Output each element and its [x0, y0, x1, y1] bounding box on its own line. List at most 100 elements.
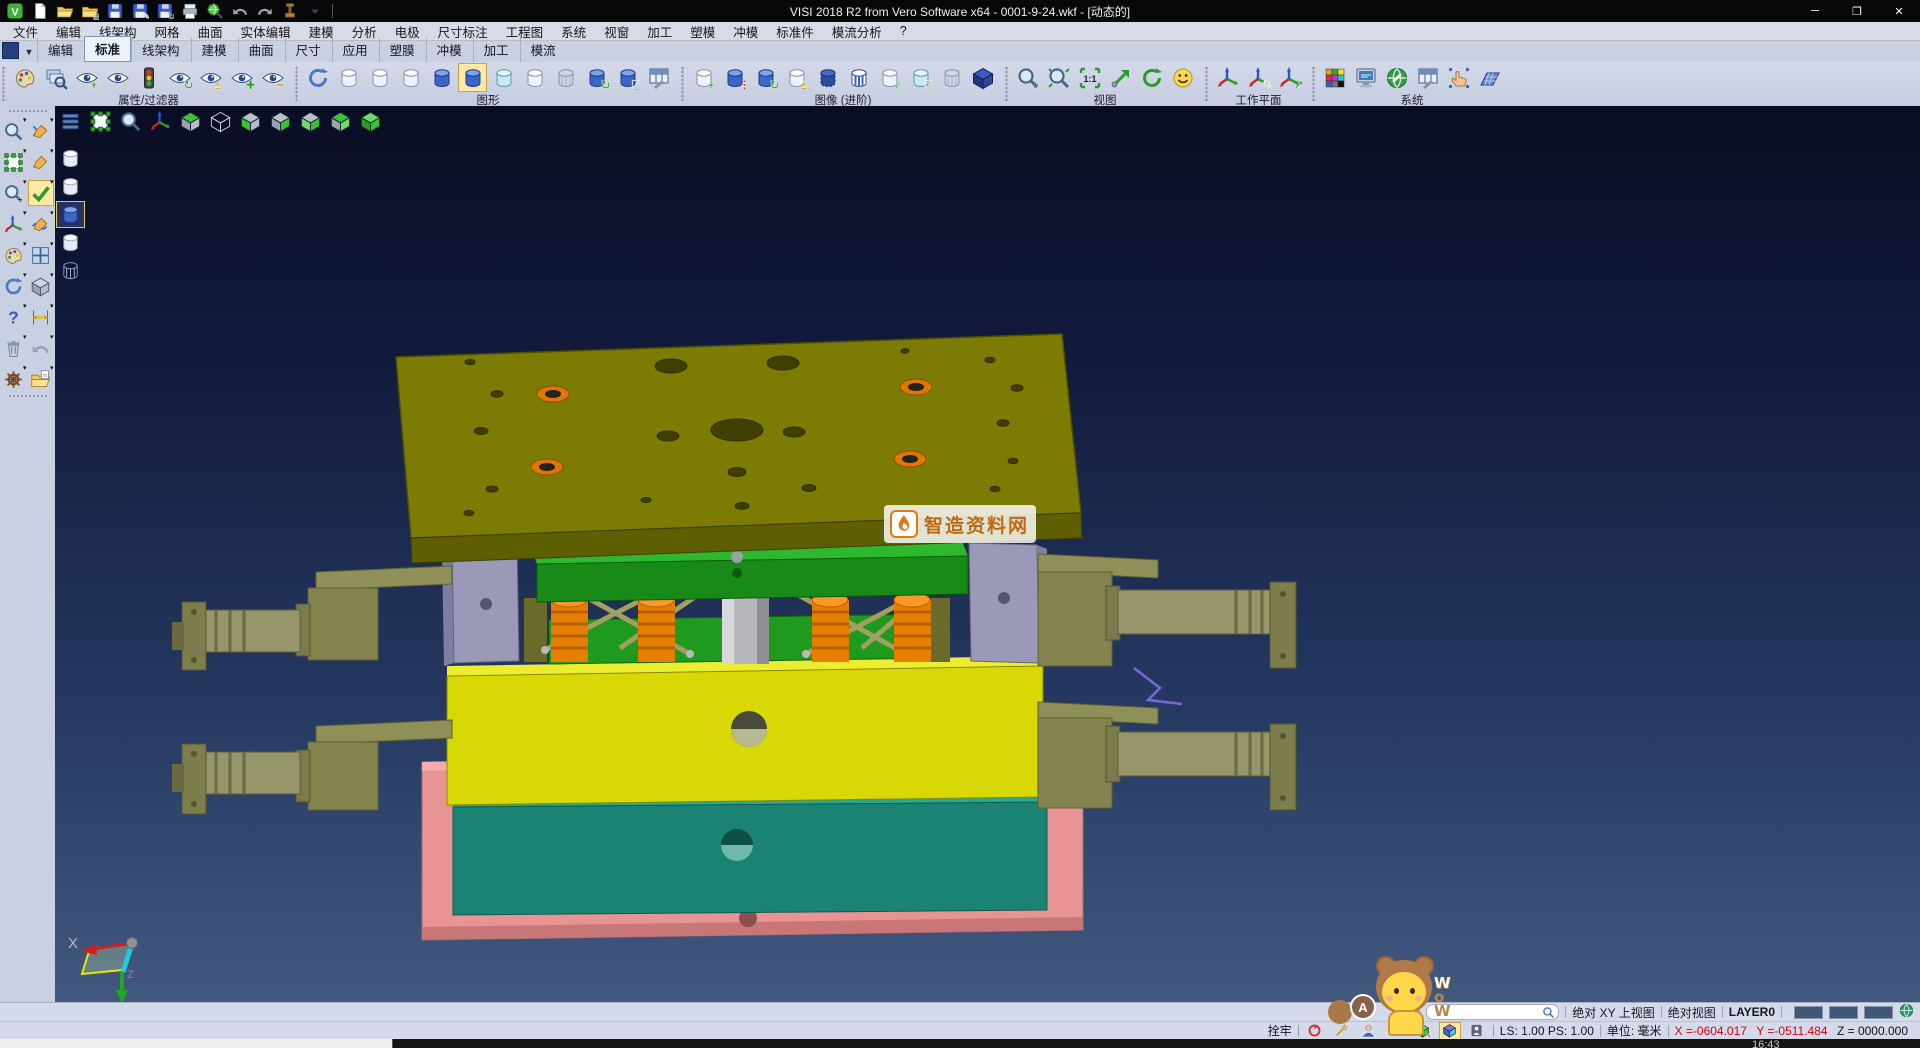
sketch-curve-icon[interactable]: ▾ — [29, 150, 53, 174]
system-settings-icon[interactable] — [1382, 63, 1411, 92]
cylinder-outline-c-icon[interactable] — [57, 230, 84, 255]
lock-toggle[interactable]: 拴牢 — [1268, 1022, 1292, 1039]
cylinder-wire-icon[interactable] — [937, 63, 966, 92]
open-import-icon[interactable]: ▤ — [78, 1, 102, 21]
bounds-select-icon[interactable]: ▾ — [2, 150, 26, 174]
cylinder-copy-icon[interactable]: ❏ — [613, 63, 642, 92]
menu-item-?[interactable]: ? — [891, 23, 916, 39]
navigation-helm-icon[interactable]: ▾ — [2, 367, 26, 391]
dynamic-pan-icon[interactable] — [1106, 63, 1135, 92]
toolbar-grip[interactable] — [8, 394, 47, 399]
workplane-triad-icon[interactable] — [1213, 63, 1242, 92]
render-shaded-icon[interactable] — [1168, 63, 1197, 92]
render-options-icon[interactable]: ▾ — [2, 243, 26, 267]
tab-模流[interactable]: 模流 — [520, 37, 567, 62]
zoom-extents-icon[interactable] — [1044, 63, 1073, 92]
ucs-triad-icon[interactable] — [147, 109, 174, 134]
tab-应用[interactable]: 应用 — [332, 37, 379, 62]
snap-cube-active-icon[interactable] — [1440, 1023, 1460, 1039]
tab-塑膜[interactable]: 塑膜 — [379, 37, 426, 62]
minimize-button[interactable]: ─ — [1794, 0, 1836, 22]
workplane-edit-icon[interactable]: ✎ — [1244, 63, 1273, 92]
tab-加工[interactable]: 加工 — [473, 37, 520, 62]
view-mode-label[interactable]: 绝对 XY 上视图 — [1572, 1004, 1654, 1021]
workplane-align-icon[interactable]: ↗ — [1275, 63, 1304, 92]
cylinder-ghost-icon[interactable] — [520, 63, 549, 92]
cylinder-toggle-icon[interactable]: ± — [782, 63, 811, 92]
taskbar-strip[interactable]: 16:43 — [0, 1039, 1920, 1048]
cylinder-validate-icon[interactable]: ✓ — [875, 63, 904, 92]
close-button[interactable]: ✕ — [1878, 0, 1920, 22]
toolbar-options-caret[interactable]: ▼ — [21, 44, 37, 60]
cube-top-view-icon[interactable] — [177, 109, 204, 134]
zoom-view-icon[interactable] — [117, 109, 144, 134]
new-document-icon[interactable] — [28, 1, 52, 21]
layer-color-swatch-2[interactable] — [1829, 1006, 1858, 1019]
dynamic-rotate-icon[interactable] — [1137, 63, 1166, 92]
refresh-graphics-icon[interactable] — [303, 63, 332, 92]
erase-sketch-icon[interactable]: ▾ — [29, 119, 53, 143]
hide-all-icon[interactable]: ━ — [258, 63, 287, 92]
search-input[interactable] — [1426, 1004, 1559, 1020]
cylinder-outline-a-icon[interactable] — [57, 146, 84, 171]
model-clamp-right-upper[interactable] — [1038, 554, 1296, 668]
sketch-wave-icon[interactable]: ▾ — [29, 212, 53, 236]
export-cube-icon[interactable]: ↘ — [1413, 1023, 1433, 1039]
render-palette-icon[interactable] — [10, 63, 39, 92]
visi-logo-icon[interactable]: V — [3, 1, 27, 21]
zoom-scale-1-1-icon[interactable]: 1:1 — [1075, 63, 1104, 92]
profile-display-icon[interactable] — [1467, 1023, 1487, 1039]
assistant-icon[interactable] — [1359, 1023, 1379, 1039]
save-icon[interactable] — [103, 1, 127, 21]
tab-编辑[interactable]: 编辑 — [37, 37, 84, 62]
color-table-icon[interactable] — [1320, 63, 1349, 92]
hide-entities-icon[interactable]: − — [103, 63, 132, 92]
cylinder-regen-icon[interactable]: ↻ — [751, 63, 780, 92]
menu-item-模流分析[interactable]: 模流分析 — [823, 21, 891, 42]
export-folder-icon[interactable]: ▾ — [29, 367, 53, 391]
zoom-solid-icon[interactable]: +▾ — [2, 181, 26, 205]
cylinder-ghost-icon[interactable] — [396, 63, 425, 92]
refresh-visibility-icon[interactable]: ↻ — [165, 63, 194, 92]
toolbar-grip[interactable] — [8, 109, 47, 114]
cube-iso-view-icon[interactable] — [357, 109, 384, 134]
cube-front-view-icon[interactable] — [297, 109, 324, 134]
cylinder-transparent-icon[interactable] — [489, 63, 518, 92]
model-core-block-teal[interactable] — [453, 795, 1047, 915]
open-file-icon[interactable] — [53, 1, 77, 21]
marquee-select-icon[interactable] — [87, 109, 114, 134]
delete-entities-icon[interactable]: ▾ — [2, 336, 26, 360]
taskbar-segment[interactable] — [0, 1039, 393, 1048]
menu-item-加工[interactable]: 加工 — [638, 21, 681, 42]
status-grip[interactable] — [1417, 1005, 1422, 1019]
tab-尺寸[interactable]: 尺寸 — [285, 37, 332, 62]
entity-pick-icon[interactable] — [1332, 1023, 1352, 1039]
tab-曲面[interactable]: 曲面 — [238, 37, 285, 62]
model-guide-block-right[interactable] — [969, 543, 1049, 666]
filter-traffic-light-icon[interactable] — [134, 63, 163, 92]
macro-record-icon[interactable] — [1305, 1023, 1325, 1039]
show-entities-icon[interactable]: + — [72, 63, 101, 92]
model-cavity-plate-yellow[interactable] — [447, 656, 1043, 805]
confirm-check-icon[interactable]: ▾ — [29, 181, 53, 205]
cube-left-view-icon[interactable] — [237, 109, 264, 134]
regen-view-icon[interactable]: ▾ — [2, 274, 26, 298]
layer-color-swatch-1[interactable] — [1794, 1006, 1823, 1019]
layer-color-swatch-3[interactable] — [1864, 1006, 1893, 1019]
cylinder-filter-icon[interactable]: ⋮ — [720, 63, 749, 92]
dropdown-icon[interactable] — [303, 1, 327, 21]
toggle-visibility-icon[interactable]: ± — [196, 63, 225, 92]
layer-search-icon[interactable] — [41, 63, 70, 92]
cube-back-view-icon[interactable] — [327, 109, 354, 134]
cylinder-outline-b-icon[interactable] — [57, 174, 84, 199]
cylinder-wireframe-b-icon[interactable] — [57, 258, 84, 283]
save-as-icon[interactable]: ✎ — [128, 1, 152, 21]
cube-wireframe-view-icon[interactable] — [207, 109, 234, 134]
menu-item-冲模[interactable]: 冲模 — [724, 21, 767, 42]
tab-线架构[interactable]: 线架构 — [131, 37, 191, 62]
cylinder-update-icon[interactable]: ↻ — [582, 63, 611, 92]
context-help-icon[interactable]: ? — [1386, 1023, 1406, 1039]
system-display-icon[interactable] — [1351, 63, 1380, 92]
view-search-icon[interactable]: ▾ — [2, 119, 26, 143]
shaded-cube-icon[interactable]: ▾ — [29, 274, 53, 298]
